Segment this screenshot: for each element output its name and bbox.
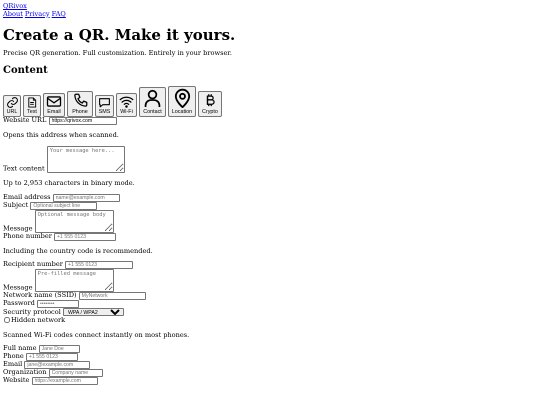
email-subject-row: Subject — [3, 200, 537, 210]
wifi-help: Scanned Wi-Fi codes connect instantly on… — [3, 330, 190, 339]
contact-phone-row: Phone — [3, 352, 537, 362]
tab-wifi[interactable]: Wi-Fi — [116, 93, 137, 118]
phone-row: Phone number — [3, 231, 537, 241]
content-type-tabs: URL Text Email Phone SMS Wi-Fi Contact L… — [3, 86, 537, 118]
contact-org-input[interactable] — [48, 369, 103, 378]
wifi-password-row: Password — [3, 299, 537, 309]
contact-org-row: Organization — [3, 368, 537, 378]
contact-phone-input[interactable] — [25, 353, 78, 362]
contact-website-row: Website — [3, 376, 537, 386]
tab-crypto-label: Crypto — [202, 109, 218, 116]
page-title: Create a QR. Make it yours. — [3, 26, 236, 45]
url-input[interactable] — [48, 117, 117, 126]
url-help: Opens this address when scanned. — [3, 131, 119, 140]
bitcoin-icon — [206, 94, 215, 107]
contact-org-label: Organization — [3, 368, 47, 377]
contact-fullname-row: Full name — [3, 344, 537, 354]
tab-contact[interactable]: Contact — [139, 87, 166, 118]
url-label: Website URL — [3, 116, 47, 125]
contact-phone-label: Phone — [3, 352, 24, 361]
tab-location-label: Location — [171, 109, 193, 116]
document-icon — [28, 97, 37, 108]
chat-bubble-icon — [99, 98, 110, 108]
email-subject-input[interactable] — [30, 201, 98, 210]
page: QRivox About Privacy FAQ Create a QR. Make… — [0, 0, 540, 386]
tab-phone[interactable]: Phone — [67, 91, 93, 118]
tab-email-label: Email — [47, 109, 61, 116]
envelope-icon — [46, 96, 62, 107]
text-content-textarea[interactable] — [46, 145, 125, 173]
link-icon — [6, 97, 18, 108]
tab-sms-label: SMS — [98, 109, 111, 116]
tab-url-label: URL — [6, 109, 18, 116]
tab-crypto[interactable]: Crypto — [198, 91, 222, 118]
tab-wifi-label: Wi-Fi — [120, 109, 133, 116]
person-icon — [144, 90, 161, 108]
tab-text[interactable]: Text — [23, 95, 41, 118]
email-address-input[interactable] — [52, 193, 120, 202]
email-message-row: Message — [3, 209, 537, 233]
wifi-password-input[interactable] — [36, 300, 79, 309]
wifi-ssid-label: Network name (SSID) — [3, 291, 77, 300]
wifi-hidden-checkbox[interactable] — [4, 316, 10, 323]
nav-privacy-link[interactable]: Privacy — [25, 10, 50, 18]
content-heading: Content — [3, 65, 48, 77]
sms-message-row: Message — [3, 269, 537, 293]
tab-contact-label: Contact — [143, 109, 162, 116]
tagline: Precise QR generation. Full customizatio… — [3, 49, 232, 58]
email-address-row: Email address — [3, 192, 537, 202]
phone-number-label: Phone number — [3, 231, 52, 240]
nav-about-link[interactable]: About — [3, 10, 23, 18]
brand-link[interactable]: QRivox — [3, 2, 537, 11]
nav-faq-link[interactable]: FAQ — [52, 10, 66, 18]
contact-fullname-label: Full name — [3, 344, 37, 353]
contact-website-label: Website — [3, 376, 30, 385]
tab-url[interactable]: URL — [3, 95, 21, 118]
tab-sms[interactable]: SMS — [95, 95, 114, 118]
wifi-icon — [119, 96, 134, 108]
wifi-password-label: Password — [3, 299, 35, 308]
tab-email[interactable]: Email — [43, 93, 65, 118]
text-row: Text content — [3, 145, 537, 173]
phone-icon — [73, 93, 87, 107]
wifi-security-row: Security protocol WPA / WPA2 — [3, 308, 537, 317]
email-subject-label: Subject — [3, 200, 29, 209]
wifi-ssid-input[interactable] — [78, 292, 146, 301]
wifi-hidden-label: Hidden network — [11, 315, 66, 324]
email-address-label: Email address — [3, 192, 51, 201]
contact-fullname-input[interactable] — [38, 345, 80, 354]
wifi-ssid-row: Network name (SSID) — [3, 291, 537, 301]
wifi-hidden-row: Hidden network — [3, 315, 537, 325]
sms-recipient-label: Recipient number — [3, 260, 63, 269]
email-message-textarea[interactable] — [34, 209, 114, 233]
wifi-security-select[interactable]: WPA / WPA2 — [62, 308, 124, 317]
tab-phone-label: Phone — [72, 109, 88, 116]
contact-website-input[interactable] — [31, 377, 98, 386]
text-help: Up to 2,953 characters in binary mode. — [3, 178, 135, 187]
url-row: Website URL — [3, 116, 537, 126]
tab-location[interactable]: Location — [168, 86, 196, 118]
map-pin-icon — [174, 88, 190, 109]
phone-number-input[interactable] — [54, 232, 117, 241]
contact-email-row: Email — [3, 360, 537, 370]
sms-recipient-input[interactable] — [65, 261, 134, 270]
contact-email-label: Email — [3, 360, 23, 369]
text-content-label: Text content — [3, 164, 45, 173]
sms-message-textarea[interactable] — [34, 269, 114, 293]
sms-recipient-row: Recipient number — [3, 260, 537, 270]
phone-help: Including the country code is recommende… — [3, 246, 153, 255]
tab-text-label: Text — [27, 109, 37, 116]
top-nav: About Privacy FAQ — [3, 10, 537, 19]
